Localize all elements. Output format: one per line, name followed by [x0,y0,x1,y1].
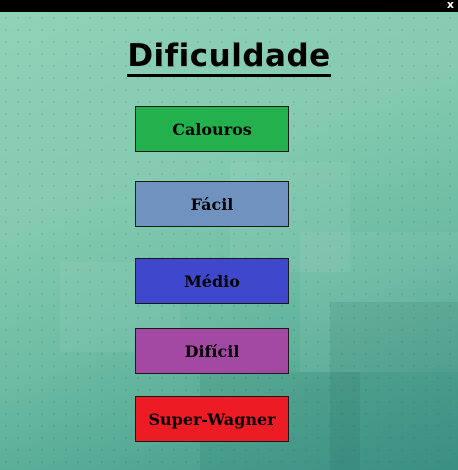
button-label: Super-Wagner [148,409,276,429]
difficulty-button-medio[interactable]: Médio [135,258,289,304]
difficulty-button-facil[interactable]: Fácil [135,181,289,227]
close-button[interactable]: x [447,0,454,12]
window-titlebar: x [0,0,458,12]
difficulty-button-super-wagner[interactable]: Super-Wagner [135,396,289,442]
button-label: Calouros [172,119,252,139]
difficulty-button-dificil[interactable]: Difícil [135,328,289,374]
button-label: Médio [184,271,240,291]
title-text: Dificuldade [127,38,331,77]
page-title: Dificuldade [0,38,458,77]
button-label: Fácil [190,194,234,214]
difficulty-button-calouros[interactable]: Calouros [135,106,289,152]
button-label: Difícil [184,341,240,361]
